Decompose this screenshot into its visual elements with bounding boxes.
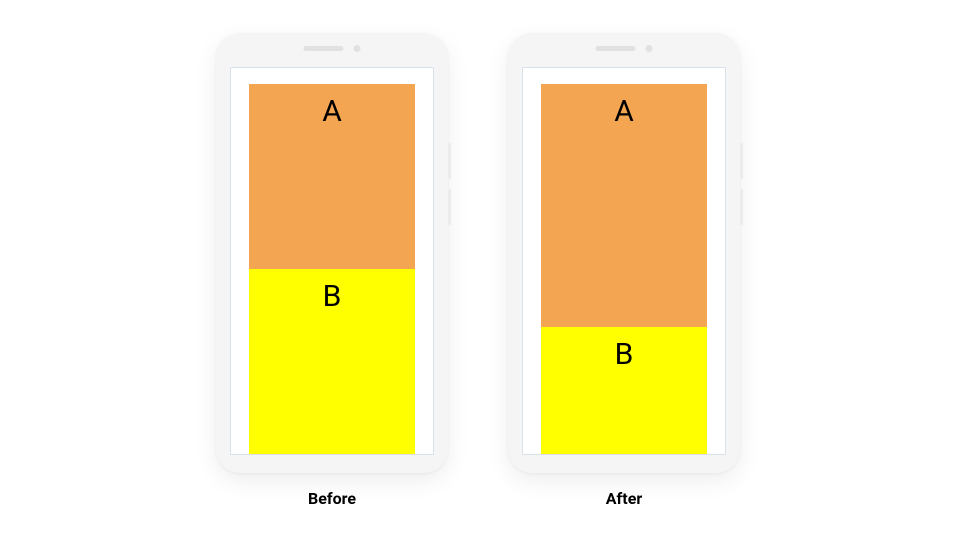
phone-side-button-icon [740,143,743,179]
phone-screen-before: A B [230,67,434,455]
phone-side-button-icon [448,189,451,225]
block-b: B [541,327,707,454]
block-b: B [249,269,415,454]
phone-camera-icon [354,45,361,52]
phone-notch [304,45,361,52]
phone-speaker-icon [596,46,636,51]
phone-speaker-icon [304,46,344,51]
diagram-canvas: A B Before A [0,0,956,540]
caption-before: Before [308,489,356,508]
caption-after: After [606,489,642,508]
block-a-letter: A [322,94,342,129]
phone-side-button-icon [448,143,451,179]
block-a-letter: A [614,94,634,129]
block-b-letter: B [615,337,634,372]
block-a: A [541,84,707,327]
phone-column-after: A B After [508,33,740,508]
phone-camera-icon [646,45,653,52]
phone-notch [596,45,653,52]
phone-column-before: A B Before [216,33,448,508]
layout-stack: A B [541,84,707,454]
phone-mockup-after: A B [508,33,740,473]
phone-mockup-before: A B [216,33,448,473]
phone-side-button-icon [740,189,743,225]
layout-stack: A B [249,84,415,454]
phone-screen-after: A B [522,67,726,455]
block-b-letter: B [323,279,342,314]
block-a: A [249,84,415,269]
